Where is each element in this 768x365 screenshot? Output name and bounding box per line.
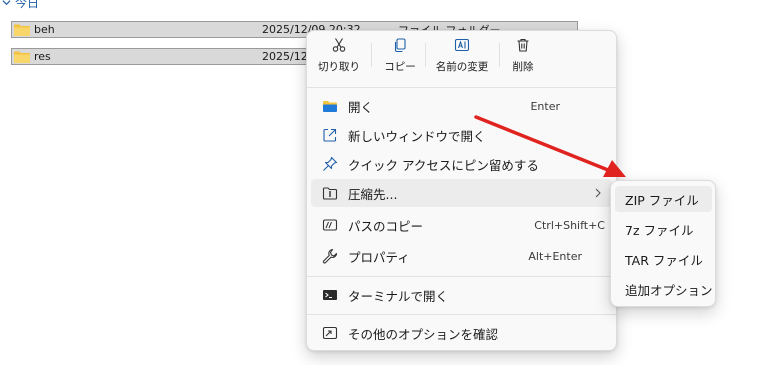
quick-actions-bar: 切り取り コピー 名前の変更 削除 bbox=[307, 31, 616, 87]
menu-item-compress[interactable]: 圧縮先... bbox=[311, 179, 612, 207]
submenu-item-label: 追加オプション bbox=[625, 282, 713, 298]
divider bbox=[425, 43, 426, 67]
file-name: beh bbox=[34, 23, 55, 36]
menu-item-label: クイック アクセスにピン留めする bbox=[348, 157, 539, 173]
chevron-down-icon bbox=[2, 0, 11, 5]
menu-item-copy-path[interactable]: パスのコピー Ctrl+Shift+C bbox=[311, 211, 612, 239]
rename-label: 名前の変更 bbox=[435, 61, 489, 73]
folder-icon bbox=[14, 24, 30, 36]
menu-item-open-new-window[interactable]: 新しいウィンドウで開く bbox=[311, 121, 612, 149]
delete-button[interactable]: 削除 bbox=[507, 37, 539, 81]
menu-item-label: 開く bbox=[348, 99, 374, 115]
shortcut-text: Alt+Enter bbox=[528, 249, 582, 263]
submenu-item-additional-options[interactable]: 追加オプション bbox=[615, 276, 713, 302]
menu-item-open[interactable]: 開く Enter bbox=[311, 92, 612, 120]
menu-item-label: その他のオプションを確認 bbox=[348, 326, 499, 342]
menu-item-label: 圧縮先... bbox=[348, 186, 398, 202]
divider bbox=[499, 43, 500, 67]
folder-icon bbox=[323, 101, 337, 112]
menu-separator bbox=[307, 276, 616, 277]
menu-separator bbox=[307, 314, 616, 315]
archive-icon bbox=[322, 187, 338, 200]
rename-button[interactable]: 名前の変更 bbox=[433, 37, 491, 81]
menu-item-label: 新しいウィンドウで開く bbox=[348, 128, 486, 144]
open-new-window-icon bbox=[323, 128, 337, 142]
scissors-icon bbox=[332, 38, 346, 52]
menu-item-label: パスのコピー bbox=[348, 218, 424, 234]
submenu-item-7z[interactable]: 7z ファイル bbox=[615, 216, 712, 242]
menu-item-properties[interactable]: プロパティ Alt+Enter bbox=[311, 242, 612, 270]
submenu-item-label: TAR ファイル bbox=[625, 252, 703, 268]
menu-item-open-terminal[interactable]: ターミナルで開く bbox=[311, 281, 612, 309]
wrench-icon bbox=[322, 248, 338, 264]
menu-item-label: プロパティ bbox=[348, 249, 410, 265]
chevron-right-icon bbox=[595, 188, 601, 198]
menu-item-pin-quick-access[interactable]: クイック アクセスにピン留めする bbox=[311, 150, 612, 178]
pin-icon bbox=[323, 156, 338, 171]
submenu-item-zip[interactable]: ZIP ファイル bbox=[615, 186, 712, 212]
divider bbox=[371, 43, 372, 67]
cut-button[interactable]: 切り取り bbox=[317, 37, 361, 81]
submenu-item-label: 7z ファイル bbox=[625, 222, 694, 238]
submenu-item-label: ZIP ファイル bbox=[625, 192, 699, 208]
submenu-item-tar[interactable]: TAR ファイル bbox=[615, 246, 712, 272]
menu-separator bbox=[307, 87, 616, 88]
path-icon bbox=[322, 219, 338, 231]
copy-icon bbox=[394, 38, 406, 53]
terminal-icon bbox=[323, 290, 337, 300]
group-label: 今日 bbox=[15, 0, 40, 10]
rename-icon bbox=[454, 38, 470, 52]
shortcut-text: Enter bbox=[530, 99, 560, 113]
compress-submenu: ZIP ファイル 7z ファイル TAR ファイル 追加オプション bbox=[610, 180, 716, 307]
group-header-today[interactable]: 今日 bbox=[2, 0, 39, 10]
context-menu: 切り取り コピー 名前の変更 削除 開く Enter 新しいウィンドウで開く ク… bbox=[306, 30, 617, 351]
more-options-icon bbox=[322, 326, 338, 340]
delete-label: 削除 bbox=[512, 61, 534, 73]
cut-label: 切り取り bbox=[318, 61, 360, 73]
copy-label: コピー bbox=[384, 61, 416, 73]
folder-icon bbox=[14, 51, 30, 63]
trash-icon bbox=[517, 38, 529, 52]
file-name: res bbox=[34, 50, 51, 63]
shortcut-text: Ctrl+Shift+C bbox=[534, 218, 605, 232]
menu-item-label: ターミナルで開く bbox=[348, 288, 449, 304]
copy-button[interactable]: コピー bbox=[382, 37, 418, 81]
menu-item-more-options[interactable]: その他のオプションを確認 bbox=[311, 319, 612, 347]
